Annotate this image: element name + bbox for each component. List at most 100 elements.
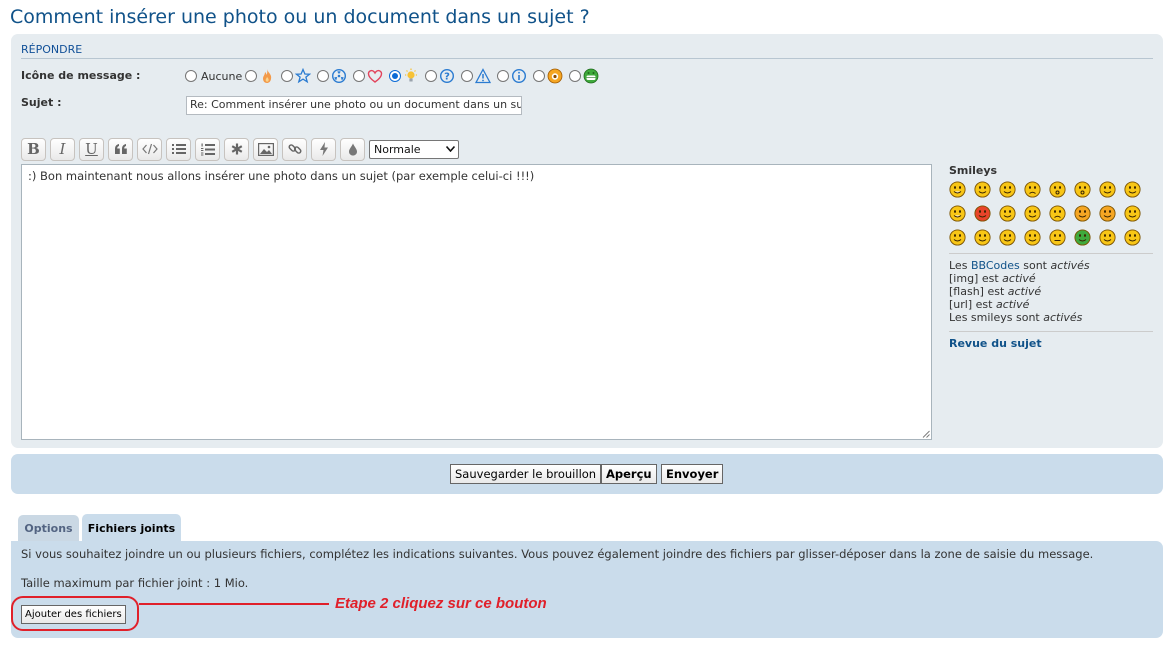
info-icon (512, 68, 527, 84)
radio-icon-question[interactable] (425, 70, 438, 82)
bold-icon: B (27, 140, 40, 158)
quote-button[interactable] (108, 137, 133, 161)
numbered-list-button[interactable] (195, 137, 220, 161)
smiley-twisted-icon[interactable] (1099, 205, 1116, 222)
subject-label: Sujet : (21, 96, 62, 109)
smiley-grid (949, 181, 1153, 246)
smiley-idea-icon[interactable] (999, 229, 1016, 246)
reply-heading: RÉPONDRE (21, 43, 1153, 59)
star-icon (295, 68, 312, 84)
radio-icon-grin[interactable] (569, 70, 582, 82)
message-textarea[interactable]: :) Bon maintenant nous allons insérer un… (21, 164, 932, 440)
message-icon-options: Aucune ? (185, 68, 605, 84)
asterisk-icon (231, 143, 242, 155)
smiley-confused-icon[interactable] (1099, 181, 1116, 198)
submit-button[interactable]: Envoyer (661, 464, 724, 484)
message-text: :) Bon maintenant nous allons insérer un… (28, 169, 535, 183)
smiley-wink-icon[interactable] (999, 181, 1016, 198)
flash-icon (319, 142, 328, 156)
tab-attachments[interactable]: Fichiers joints (82, 514, 181, 542)
page-title[interactable]: Comment insérer une photo ou un document… (10, 6, 590, 28)
italic-icon: I (59, 140, 66, 158)
url-status: [url] est activé (949, 298, 1030, 311)
warning-icon (475, 68, 492, 84)
message-icon-label: Icône de message : (21, 69, 141, 82)
smiley-redface-icon[interactable] (1024, 205, 1041, 222)
smiley-biggrin-icon[interactable] (949, 181, 966, 198)
smiley-razz-icon[interactable] (999, 205, 1016, 222)
numbered-list-icon (200, 143, 215, 155)
code-icon (141, 143, 158, 155)
radio-icon-warning[interactable] (461, 70, 474, 82)
smiley-cool-icon[interactable] (1124, 181, 1141, 198)
smiley-surprised-icon[interactable] (1049, 181, 1066, 198)
smiley-mad-icon[interactable] (974, 205, 991, 222)
radio-icon-radioactive[interactable] (317, 70, 330, 82)
underline-button[interactable]: U (79, 137, 104, 161)
list-item-button[interactable] (224, 137, 249, 161)
flash-button[interactable] (311, 137, 336, 161)
topic-review-link[interactable]: Revue du sujet (949, 337, 1153, 350)
smiley-lol-icon[interactable] (949, 205, 966, 222)
heart-icon (368, 69, 383, 83)
smiley-ugeek-icon[interactable] (1124, 229, 1141, 246)
smiley-cry-icon[interactable] (1049, 205, 1066, 222)
smiley-exclaim-icon[interactable] (949, 229, 966, 246)
radio-icon-heart[interactable] (353, 70, 366, 82)
mrgreen-icon (547, 68, 563, 84)
list-button[interactable] (166, 137, 191, 161)
image-button[interactable] (253, 137, 278, 161)
radio-icon-info[interactable] (497, 70, 510, 82)
save-draft-button[interactable]: Sauvegarder le brouillon (450, 464, 602, 484)
flash-status: [flash] est activé (949, 285, 1042, 298)
smiley-sad-icon[interactable] (1024, 181, 1041, 198)
radio-icon-none[interactable] (185, 70, 197, 82)
reply-panel: RÉPONDRE Icône de message : Aucune ? Suj… (11, 34, 1163, 448)
bold-button[interactable]: B (21, 137, 46, 161)
tab-options[interactable]: Options (18, 515, 79, 542)
question-icon: ? (440, 68, 455, 84)
lightbulb-icon (405, 68, 418, 82)
attachments-intro: Si vous souhaitez joindre un ou plusieur… (21, 547, 1094, 561)
smiley-eek-icon[interactable] (1074, 181, 1091, 198)
smiley-rolleyes-icon[interactable] (1124, 205, 1141, 222)
underline-icon: U (85, 140, 98, 158)
annotation-text: Etape 2 cliquez sur ce bouton (335, 595, 547, 612)
smiley-geek-icon[interactable] (1099, 229, 1116, 246)
sidebar-divider (949, 253, 1153, 254)
code-button[interactable] (137, 137, 162, 161)
submit-panel: Sauvegarder le brouillon Aperçu Envoyer (11, 454, 1163, 494)
svg-text:?: ? (444, 72, 450, 83)
max-size-text: Taille maximum par fichier joint : 1 Mio… (21, 576, 249, 590)
smiley-question-icon[interactable] (974, 229, 991, 246)
annotation-circle (11, 596, 139, 631)
smiley-smile-icon[interactable] (974, 181, 991, 198)
annotation-arrow-line (139, 603, 329, 605)
list-icon (171, 144, 186, 154)
bbcode-status: Les BBCodes sont activés (949, 259, 1090, 272)
link-icon (287, 144, 302, 154)
bbcode-toolbar: B I U Normale (21, 137, 459, 161)
smileys-heading: Smileys (949, 164, 998, 177)
radio-icon-fire[interactable] (245, 70, 258, 82)
subject-input[interactable]: Re: Comment insérer une photo ou un docu… (186, 96, 522, 115)
preview-button[interactable]: Aperçu (601, 464, 657, 484)
url-button[interactable] (282, 137, 307, 161)
sidebar-divider (949, 331, 1153, 332)
img-status: [img] est activé (949, 272, 1036, 285)
smiley-neutral-icon[interactable] (1049, 229, 1066, 246)
smileys-status: Les smileys sont activés (949, 311, 1083, 324)
italic-button[interactable]: I (50, 137, 75, 161)
radio-icon-star[interactable] (281, 70, 294, 82)
radio-icon-lightbulb[interactable] (389, 70, 402, 82)
attachments-panel: Si vous souhaitez joindre un ou plusieur… (11, 541, 1163, 638)
font-size-select[interactable]: Normale (369, 139, 459, 159)
resize-handle-icon[interactable] (922, 430, 930, 438)
bbcodes-link[interactable]: BBCodes (971, 259, 1020, 272)
radio-icon-mrgreen[interactable] (533, 70, 546, 82)
smiley-evil-icon[interactable] (1074, 205, 1091, 222)
chevron-down-icon (446, 146, 455, 152)
smiley-mrgreen-icon[interactable] (1074, 229, 1091, 246)
smiley-arrow-icon[interactable] (1024, 229, 1041, 246)
color-button[interactable] (340, 137, 365, 161)
